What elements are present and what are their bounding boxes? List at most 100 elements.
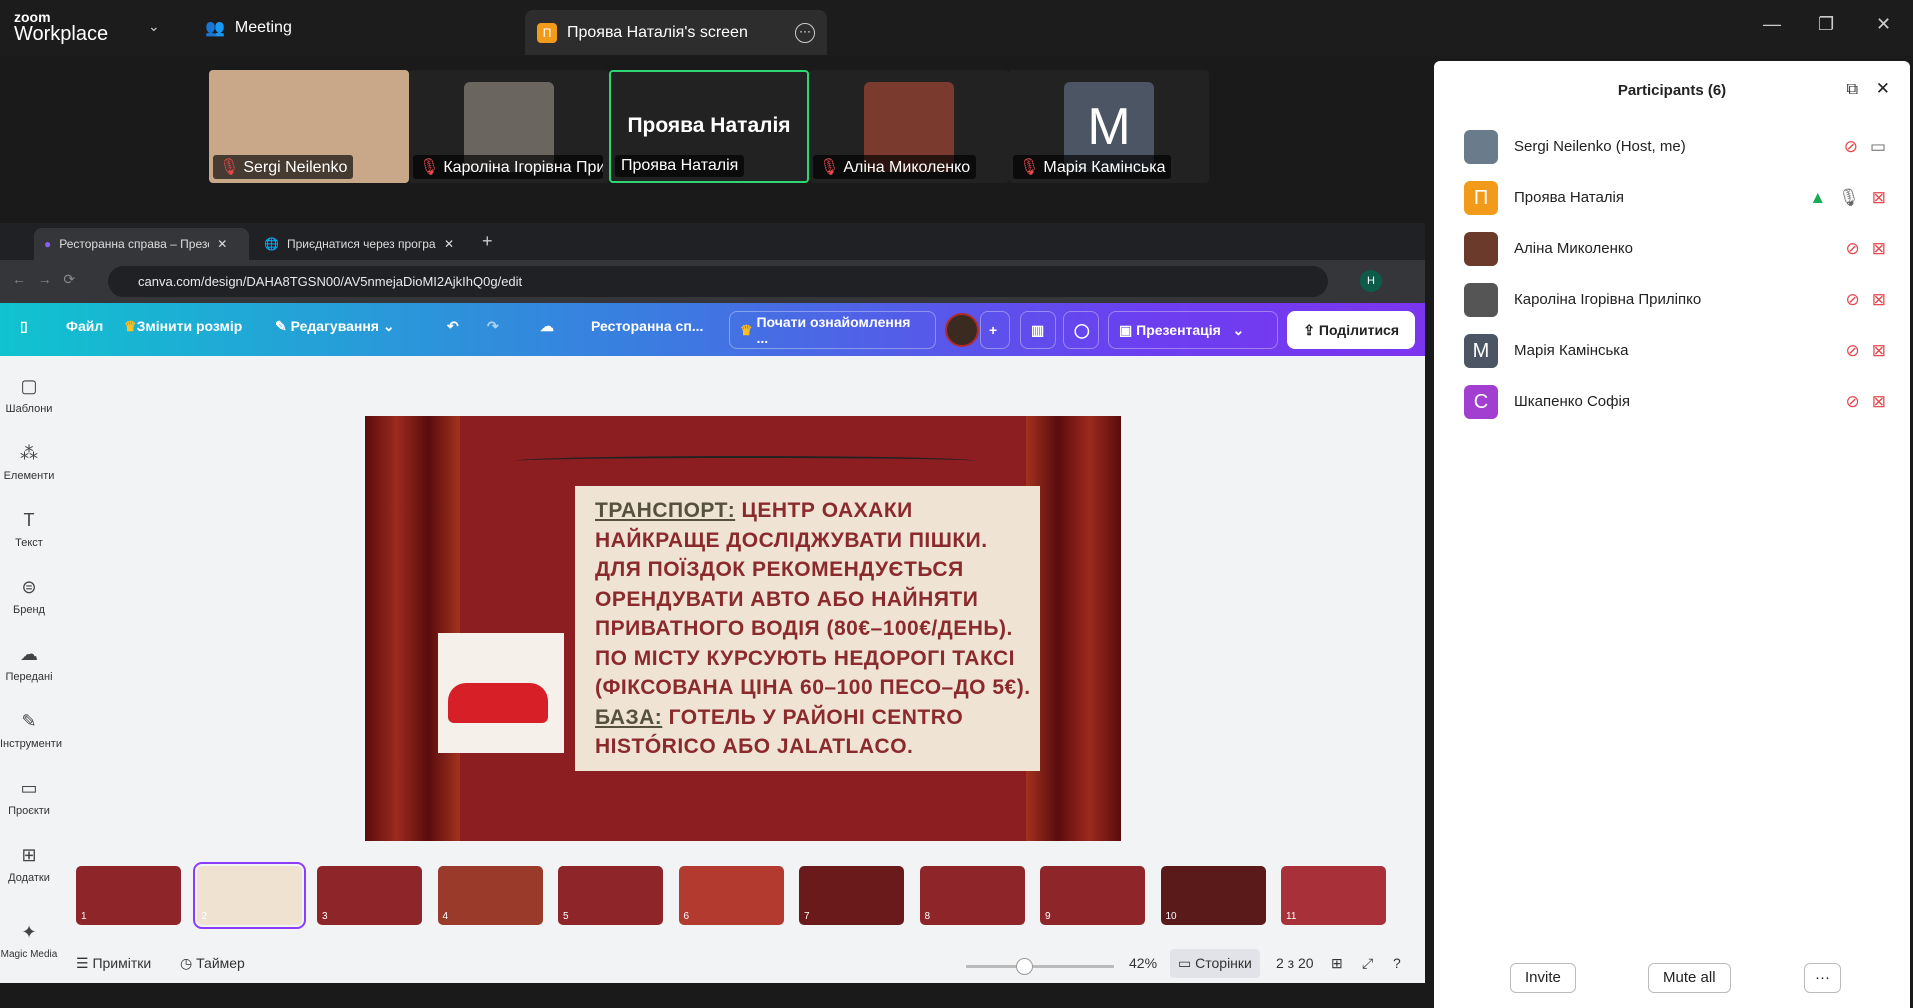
page-thumbnail[interactable]: 10	[1160, 866, 1266, 925]
nav-icons[interactable]: ← → ⟳	[12, 271, 75, 288]
mic-icon: 🎙	[1838, 187, 1860, 207]
participant-name: Sergi Neilenko (Host, me)	[1514, 138, 1686, 155]
sidebar-item-uploads[interactable]: ☁ Передані	[0, 644, 58, 683]
sidebar-item-apps[interactable]: ⊞ Додатки	[0, 845, 58, 884]
close-button[interactable]: ✕	[1876, 14, 1891, 35]
sidebar-toggle-icon[interactable]: ▯	[20, 318, 28, 335]
taxi-image[interactable]	[438, 633, 564, 753]
page-thumbnail[interactable]: 2	[192, 862, 306, 929]
participant-row[interactable]: С Шкапенко Софія ⊘ ⊠	[1434, 376, 1910, 427]
redo-button[interactable]: ↷	[487, 318, 499, 335]
fullscreen-icon[interactable]: ⤢	[1362, 955, 1373, 972]
page-thumbnail[interactable]: 8	[919, 866, 1025, 925]
page-number: 6	[683, 911, 690, 922]
resize-button[interactable]: ♛Змінити розмір	[124, 318, 242, 335]
participant-row[interactable]: Кароліна Ігорівна Прилiпко ⊘ ⊠	[1434, 274, 1910, 325]
page-number: 11	[1286, 911, 1297, 922]
video-off-icon: ⊠	[1871, 187, 1886, 207]
sidebar-item-projects[interactable]: ▭ Проєкти	[0, 778, 58, 817]
page-number: 8	[924, 911, 931, 922]
minimize-button[interactable]: —	[1763, 14, 1781, 35]
editing-dropdown[interactable]: ✎ Редагування ⌄	[275, 318, 395, 335]
close-panel-icon[interactable]: ✕	[1876, 79, 1890, 99]
sidebar-item-templates[interactable]: ▢ Шаблони	[0, 376, 58, 415]
collaborator-avatar[interactable]	[945, 313, 979, 347]
page-thumbnail[interactable]: 4	[437, 866, 543, 925]
start-trial-button[interactable]: ♛ Почати ознайомлення ...	[729, 311, 936, 349]
participant-row[interactable]: Sergi Neilenko (Host, me) ⊘ ▭	[1434, 121, 1910, 172]
new-tab-button[interactable]: +	[482, 231, 493, 252]
video-tile[interactable]: 🎙 Аліна Миколенко	[809, 70, 1009, 183]
folder-icon: ▭	[20, 778, 38, 798]
video-off-icon: ⊠	[1871, 238, 1886, 258]
video-tile-active[interactable]: Проява Наталія Проява Наталія	[609, 70, 809, 183]
mic-muted-icon: ⊘	[1845, 340, 1860, 360]
slide-canvas[interactable]: Транспорт: центр Оахаки найкраще дослідж…	[365, 416, 1121, 841]
page-thumbnail[interactable]: 3	[317, 866, 422, 925]
share-button[interactable]: ⇪ Поділитися	[1287, 311, 1415, 349]
timer-button[interactable]: ◷ Таймер	[180, 955, 245, 972]
participant-row[interactable]: Аліна Миколенко ⊘ ⊠	[1434, 223, 1910, 274]
video-tile[interactable]: M 🎙 Марія Камінська	[1009, 70, 1209, 183]
video-tile[interactable]: 🎙Кароліна Ігорівна Прилі...	[409, 70, 609, 183]
browser-tab[interactable]: 🌐 Приєднатися через програму ✕	[254, 228, 464, 260]
sidebar-item-tools[interactable]: ✎ Інструменти	[0, 711, 62, 750]
string-lights	[515, 456, 975, 466]
cloud-save-icon[interactable]: ☁	[540, 318, 554, 335]
browser-tab-active[interactable]: ●Ресторанна справа – Презентація✕	[34, 228, 249, 260]
page-thumbnail[interactable]: 9	[1040, 866, 1145, 925]
page-counter: 2 з 20	[1276, 955, 1314, 971]
zoom-title-bar: zoom Workplace ⌄ 👥 Meeting П Проява Наталія…	[0, 0, 1913, 56]
popout-icon[interactable]: ⧉	[1847, 81, 1858, 99]
participant-status-icons: ⊘ ⊠	[1846, 392, 1887, 412]
mic-muted-icon: 🎙	[819, 159, 840, 176]
close-tab-icon: ✕	[443, 237, 454, 251]
sharing-icon: ▲	[1809, 187, 1827, 207]
page-thumbnail[interactable]: 6	[678, 866, 784, 925]
meeting-tab[interactable]: 👥 Meeting	[205, 18, 292, 38]
sidebar-item-text[interactable]: T Текст	[0, 510, 58, 549]
notes-button[interactable]: ☰ Примітки	[76, 955, 151, 972]
page-number: 9	[1045, 911, 1051, 922]
present-button[interactable]: ▣ Презентація ⌄	[1108, 311, 1278, 349]
screen-share-tab[interactable]: П Проява Наталія's screen ···	[525, 10, 827, 55]
page-thumbnail[interactable]: 1	[76, 866, 181, 925]
participant-row[interactable]: П Проява Наталія ▲ 🎙 ⊠	[1434, 172, 1910, 223]
templates-icon: ▢	[20, 376, 38, 396]
url-input[interactable]: canva.com/design/DAHA8TGSN00/AV5nmejaDio…	[108, 266, 1328, 297]
page-thumbnail[interactable]: 7	[799, 866, 904, 925]
text-icon: T	[23, 510, 35, 530]
apps-icon: ⊞	[21, 845, 37, 865]
invite-button[interactable]: Invite	[1510, 963, 1576, 993]
sidebar-item-elements[interactable]: ⁂ Елементи	[0, 443, 58, 482]
help-icon[interactable]: ?	[1393, 955, 1401, 971]
grid-view-icon[interactable]: ⊞	[1331, 955, 1343, 972]
canva-toolbar: ▯ Файл ♛Змінити розмір ✎ Редагування ⌄ ↶…	[0, 303, 1425, 356]
video-tile[interactable]: 🎙 Sergi Neilenko	[209, 70, 409, 183]
zoom-level[interactable]: 42%	[1129, 955, 1157, 971]
page-thumbnail[interactable]: 5	[558, 866, 663, 925]
text-card[interactable]: Транспорт: центр Оахаки найкраще дослідж…	[575, 486, 1040, 771]
pages-button[interactable]: ▭ Сторінки	[1170, 949, 1260, 978]
mute-all-button[interactable]: Mute all	[1648, 963, 1731, 993]
chevron-down-icon[interactable]: ⌄	[148, 18, 160, 35]
restore-button[interactable]: ❐	[1818, 14, 1834, 35]
participant-avatar: С	[1464, 384, 1498, 419]
add-collaborator-button[interactable]: +	[980, 311, 1010, 349]
undo-button[interactable]: ↶	[447, 318, 459, 335]
more-icon[interactable]: ···	[795, 22, 815, 43]
analytics-icon[interactable]: ▥	[1020, 311, 1056, 349]
video-off-icon: ⊠	[1871, 391, 1886, 411]
design-title[interactable]: Ресторанна сп...	[591, 318, 703, 334]
comment-icon[interactable]: ◯	[1063, 311, 1099, 349]
mic-muted-icon: 🎙	[1019, 159, 1040, 176]
sidebar-item-brand[interactable]: ⊜ Бренд	[0, 577, 58, 616]
more-options-button[interactable]: ···	[1804, 963, 1841, 993]
zoom-slider[interactable]	[966, 958, 1114, 975]
page-thumbnail[interactable]: 11	[1281, 866, 1386, 925]
slide-text: Транспорт: центр Оахаки найкраще дослідж…	[595, 499, 1031, 758]
profile-avatar[interactable]: H	[1360, 270, 1382, 292]
zoom-slider-handle[interactable]	[1016, 958, 1033, 975]
participant-row[interactable]: M Марія Камінська ⊘ ⊠	[1434, 325, 1910, 376]
file-menu[interactable]: Файл	[66, 318, 103, 334]
